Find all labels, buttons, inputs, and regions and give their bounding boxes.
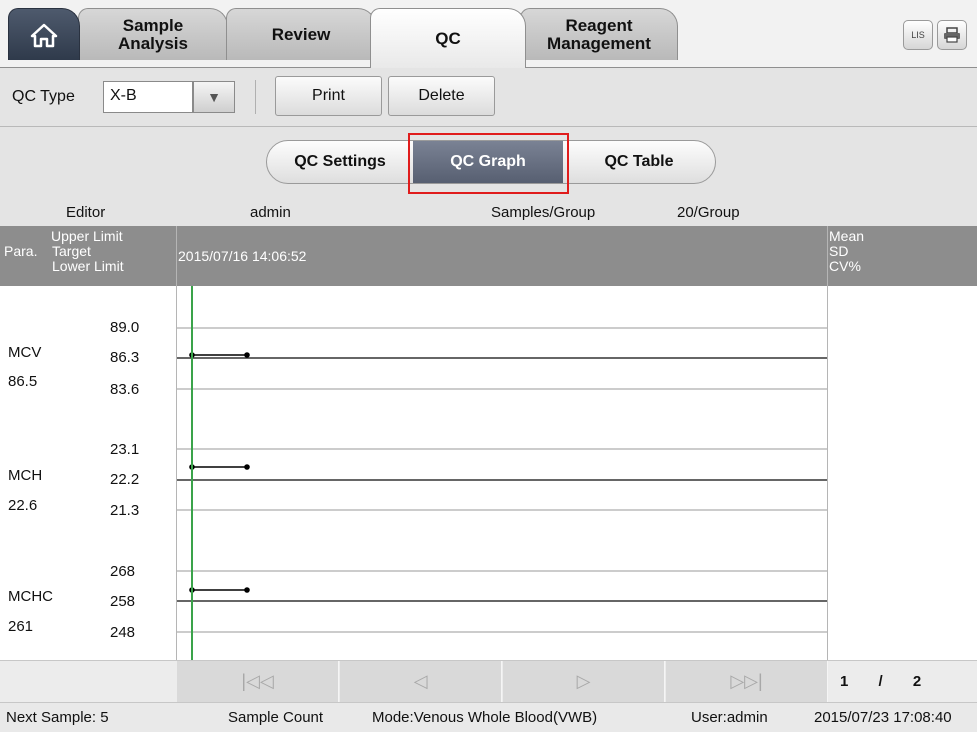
- home-icon: [30, 23, 58, 47]
- page-indicator: 1 / 2: [840, 673, 921, 690]
- mcv-point: [244, 352, 250, 358]
- samples-group-value: 20/Group: [677, 204, 740, 221]
- header-lower-limit: Lower Limit: [52, 258, 124, 274]
- first-page-button[interactable]: |◁◁: [177, 661, 339, 702]
- param-header: Upper Limit Para. Target Lower Limit: [0, 226, 176, 286]
- info-row: Editor admin Samples/Group 20/Group: [0, 199, 977, 226]
- delete-button[interactable]: Delete: [388, 76, 495, 116]
- datetime-status: 2015/07/23 17:08:40: [814, 709, 952, 726]
- view-switcher-area: QC Settings QC Graph QC Table: [0, 127, 977, 199]
- mode-status: Mode:Venous Whole Blood(VWB): [372, 709, 598, 726]
- lower-limit-mch: 21.3: [110, 502, 140, 519]
- page-separator: /: [878, 673, 883, 690]
- qc-graph-area: MCV 86.5 89.0 86.3 83.6 MCH 22.6 23.1 22…: [0, 286, 977, 660]
- sample-count-status: Sample Count: [228, 709, 324, 726]
- prev-page-button[interactable]: ◁: [340, 661, 502, 702]
- param-value-mch: 22.6: [8, 497, 38, 514]
- header-para: Para.: [4, 243, 38, 259]
- graph-header: Upper Limit Para. Target Lower Limit 201…: [0, 226, 977, 286]
- mchc-point: [244, 587, 250, 593]
- header-datetime: 2015/07/16 14:06:52: [178, 248, 307, 264]
- tab-review[interactable]: Review: [226, 8, 376, 60]
- param-value-mcv: 86.5: [8, 373, 38, 390]
- header-mean: Mean: [829, 228, 865, 244]
- editor-label: Editor: [66, 204, 106, 221]
- toolbar-separator: [255, 80, 256, 114]
- segment-qc-graph[interactable]: QC Graph: [413, 141, 563, 183]
- qc-toolbar: QC Type X-B ▼ Print Delete: [0, 68, 977, 127]
- qc-type-dropdown-button[interactable]: ▼: [193, 81, 235, 113]
- plot-right-border: [827, 286, 828, 660]
- qc-plot: [177, 286, 827, 660]
- tab-qc-label: QC: [435, 28, 461, 48]
- header-sd: SD: [829, 243, 849, 259]
- samples-group-label: Samples/Group: [491, 204, 596, 221]
- next-page-icon: ▷: [576, 671, 591, 691]
- total-pages: 2: [912, 673, 922, 690]
- tab-sample-analysis[interactable]: Sample Analysis: [78, 8, 228, 60]
- qc-type-label: QC Type: [12, 88, 75, 105]
- print-button[interactable]: Print: [275, 76, 382, 116]
- status-bar: Next Sample: 5 Sample Count Mode:Venous …: [0, 702, 977, 732]
- upper-limit-mchc: 268: [110, 563, 136, 580]
- header-upper-limit: Upper Limit: [51, 228, 123, 244]
- upper-limit-mch: 23.1: [110, 441, 140, 458]
- graph-pager: |◁◁ ◁ ▷ ▷▷| 1 / 2: [0, 660, 977, 703]
- tab-qc[interactable]: QC: [370, 8, 526, 68]
- lis-icon[interactable]: LIS: [903, 20, 933, 50]
- segment-qc-table[interactable]: QC Table: [563, 141, 715, 183]
- param-name-mchc: MCHC: [8, 588, 53, 605]
- param-value-mchc: 261: [8, 618, 34, 635]
- target-mcv: 86.3: [110, 349, 140, 366]
- view-switcher: QC Settings QC Graph QC Table: [266, 140, 716, 184]
- stats-header: Mean SD CV%: [829, 229, 864, 274]
- lower-limit-mchc: 248: [110, 624, 136, 641]
- header-cv: CV%: [829, 258, 861, 274]
- upper-limit-mcv: 89.0: [110, 319, 140, 336]
- tab-sample-analysis-label: Sample Analysis: [118, 15, 188, 53]
- first-page-icon: |◁◁: [241, 671, 274, 691]
- param-name-mcv: MCV: [8, 344, 42, 361]
- target-mch: 22.2: [110, 471, 140, 488]
- top-tab-bar: Sample Analysis Review Reagent Managemen…: [0, 0, 977, 68]
- header-divider: [176, 226, 177, 286]
- last-page-icon: ▷▷|: [730, 671, 763, 691]
- tab-home[interactable]: [8, 8, 80, 60]
- qc-type-select[interactable]: X-B: [103, 81, 193, 113]
- lis-icon-label: LIS: [911, 30, 925, 40]
- lower-limit-mcv: 83.6: [110, 381, 140, 398]
- prev-page-icon: ◁: [413, 671, 428, 691]
- editor-value: admin: [250, 204, 291, 221]
- triangle-down-icon: ▼: [207, 89, 221, 105]
- segment-qc-settings[interactable]: QC Settings: [267, 141, 413, 183]
- user-status: User:admin: [691, 709, 768, 726]
- current-page: 1: [840, 673, 849, 690]
- printer-glyph-icon: [944, 27, 960, 43]
- mch-point: [244, 464, 250, 470]
- next-page-button[interactable]: ▷: [503, 661, 665, 702]
- tab-reagent-management-label: Reagent Management: [547, 15, 651, 53]
- param-name-mch: MCH: [8, 467, 43, 484]
- printer-icon[interactable]: [937, 20, 967, 50]
- next-sample-status: Next Sample: 5: [6, 709, 109, 726]
- tab-review-label: Review: [271, 24, 331, 44]
- header-divider-right: [827, 226, 828, 286]
- header-icons: LIS: [903, 20, 967, 50]
- header-target: Target: [52, 243, 91, 259]
- tab-reagent-management[interactable]: Reagent Management: [520, 8, 678, 60]
- target-mchc: 258: [110, 593, 136, 610]
- last-page-button[interactable]: ▷▷|: [666, 661, 828, 702]
